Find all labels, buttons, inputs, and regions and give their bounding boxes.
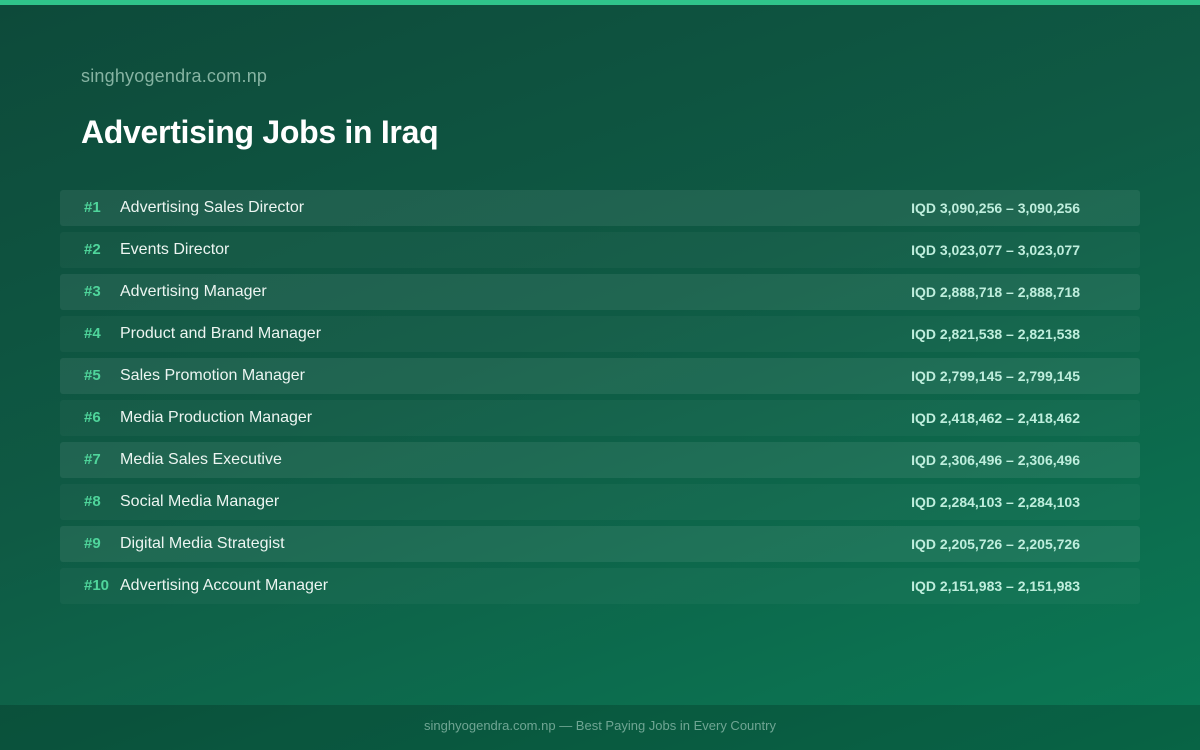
job-title: Social Media Manager [120,493,280,510]
site-name: singhyogendra.com.np [81,66,268,86]
job-title: Digital Media Strategist [120,535,285,552]
rank-label: #1 [84,199,101,216]
rank-label: #10 [84,577,110,594]
list-item: #8 Social Media Manager IQD 2,284,103 – … [60,484,1140,520]
jobs-list: #1 Advertising Sales Director IQD 3,090,… [60,190,1140,610]
job-title: Events Director [120,241,230,258]
salary-range: IQD 2,888,718 – 2,888,718 [911,284,1080,300]
salary-range: IQD 2,418,462 – 2,418,462 [911,410,1080,426]
list-item: #2 Events Director IQD 3,023,077 – 3,023… [60,232,1140,268]
top-accent-bar [0,0,1200,5]
salary-range: IQD 2,799,145 – 2,799,145 [911,368,1080,384]
salary-range: IQD 2,151,983 – 2,151,983 [911,578,1080,594]
rank-label: #2 [84,241,101,258]
rank-label: #5 [84,367,101,384]
salary-range: IQD 2,306,496 – 2,306,496 [911,452,1080,468]
list-item: #7 Media Sales Executive IQD 2,306,496 –… [60,442,1140,478]
list-item: #5 Sales Promotion Manager IQD 2,799,145… [60,358,1140,394]
salary-range: IQD 2,205,726 – 2,205,726 [911,536,1080,552]
job-title: Sales Promotion Manager [120,367,305,384]
salary-range: IQD 2,821,538 – 2,821,538 [911,326,1080,342]
list-item: #6 Media Production Manager IQD 2,418,46… [60,400,1140,436]
salary-range: IQD 3,090,256 – 3,090,256 [911,200,1080,216]
rank-label: #3 [84,283,101,300]
salary-range: IQD 3,023,077 – 3,023,077 [911,242,1080,258]
job-title: Advertising Manager [120,283,267,300]
job-title: Media Production Manager [120,409,313,426]
job-title: Media Sales Executive [120,451,282,468]
job-title: Product and Brand Manager [120,325,322,342]
footer: singhyogendra.com.np — Best Paying Jobs … [0,705,1200,750]
list-item: #10 Advertising Account Manager IQD 2,15… [60,568,1140,604]
list-item: #9 Digital Media Strategist IQD 2,205,72… [60,526,1140,562]
job-title: Advertising Sales Director [120,199,305,216]
rank-label: #6 [84,409,101,426]
rank-label: #7 [84,451,101,468]
footer-text: singhyogendra.com.np — Best Paying Jobs … [424,718,776,733]
rank-label: #4 [84,325,101,342]
list-item: #1 Advertising Sales Director IQD 3,090,… [60,190,1140,226]
rank-label: #8 [84,493,101,510]
page-title: Advertising Jobs in Iraq [81,114,439,150]
rank-label: #9 [84,535,101,552]
list-item: #4 Product and Brand Manager IQD 2,821,5… [60,316,1140,352]
list-item: #3 Advertising Manager IQD 2,888,718 – 2… [60,274,1140,310]
salary-range: IQD 2,284,103 – 2,284,103 [911,494,1080,510]
job-title: Advertising Account Manager [120,577,329,594]
